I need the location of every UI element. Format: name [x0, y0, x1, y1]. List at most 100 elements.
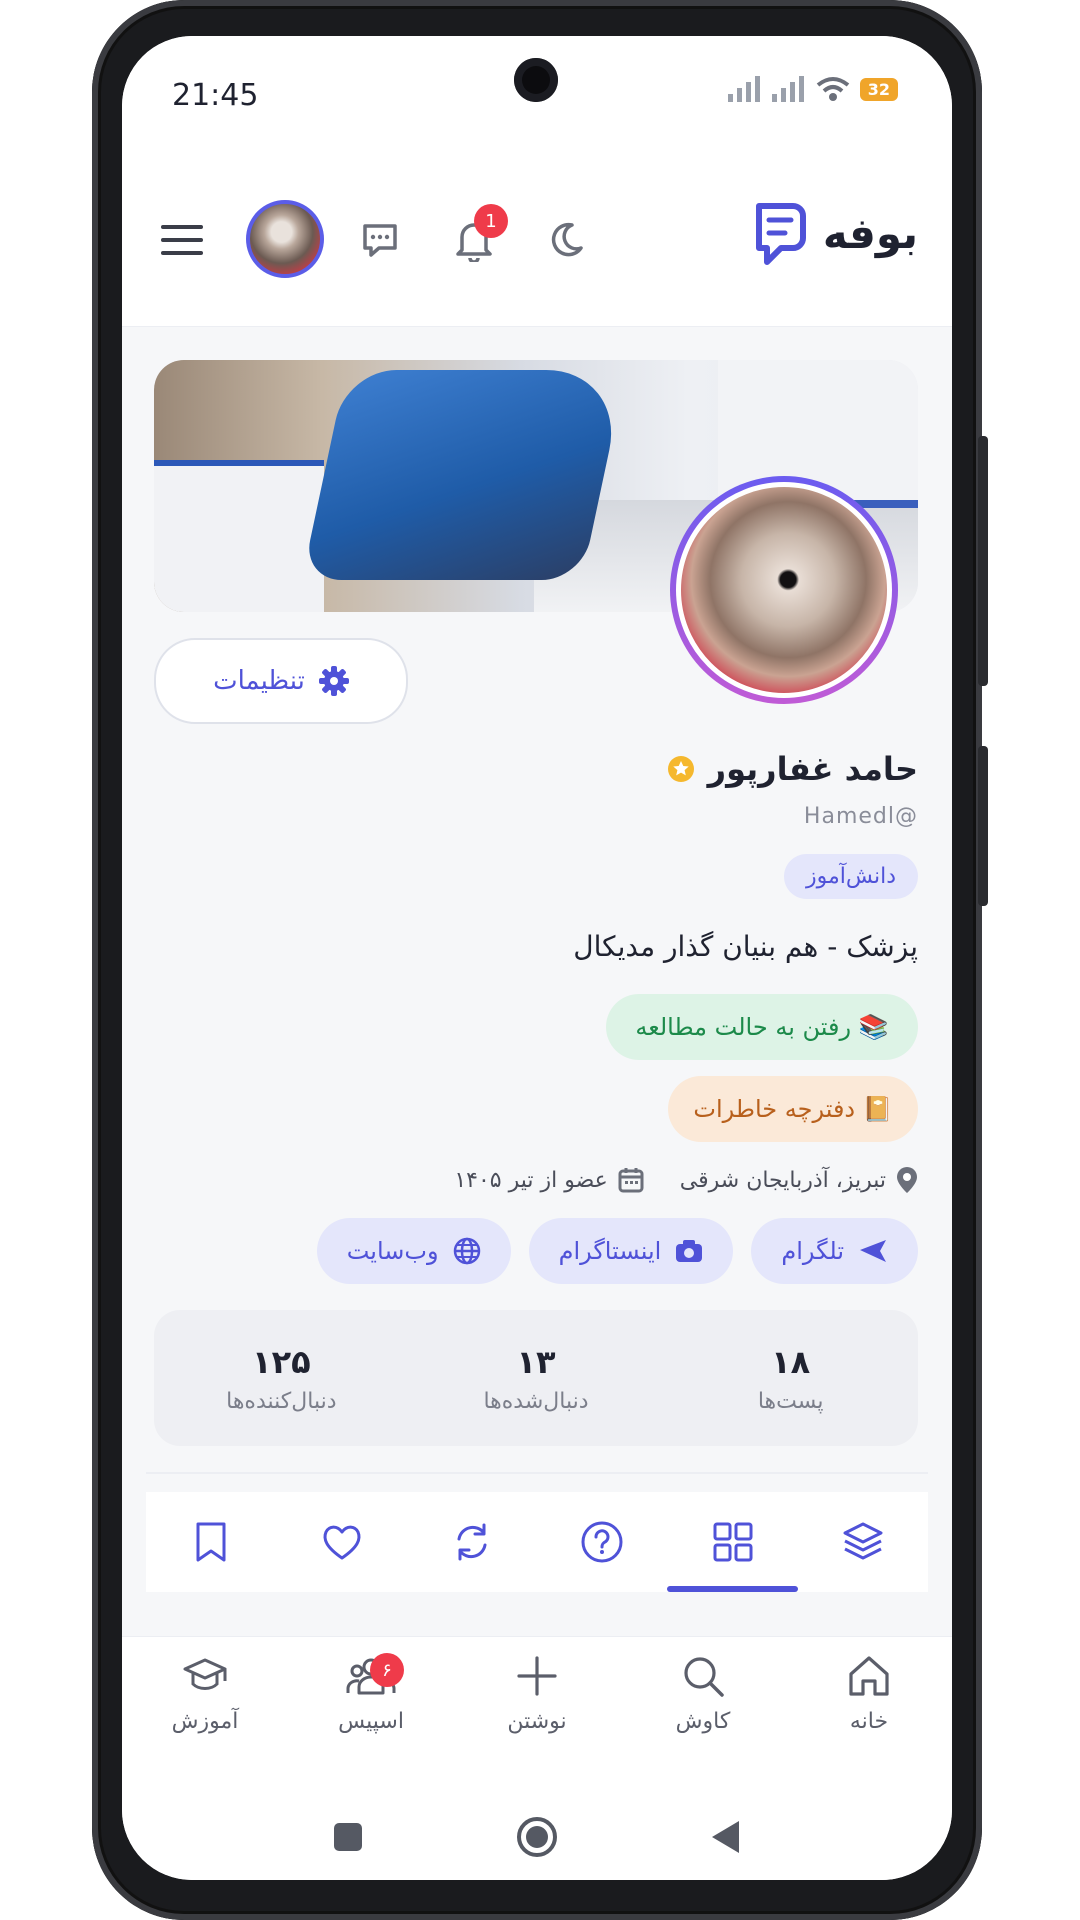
- brand-logo-icon: [755, 203, 806, 265]
- brand[interactable]: بوفه: [751, 200, 918, 266]
- send-icon: [860, 1240, 886, 1262]
- notification-badge: 1: [474, 204, 508, 238]
- signal-icon: [727, 76, 760, 102]
- nav-space[interactable]: ۶ اسپیس: [288, 1653, 454, 1773]
- user-avatar[interactable]: [246, 200, 324, 278]
- front-camera: [514, 58, 558, 102]
- location-item: تبریز، آذربایجان شرقی: [680, 1166, 918, 1194]
- globe-icon: [453, 1237, 480, 1265]
- power-button: [978, 746, 988, 906]
- instagram-link[interactable]: اینستاگرام: [528, 1218, 734, 1284]
- graduation-cap-icon: [183, 1658, 227, 1690]
- heart-icon: [323, 1525, 361, 1560]
- app-header: بوفه 1: [122, 156, 952, 327]
- bottom-nav-items: خانه کاوش نوشتن ۶ اسپیس آموزش: [122, 1653, 952, 1773]
- member-since-text: عضو از تیر ۱۴۰۵: [454, 1167, 608, 1193]
- home-button-icon[interactable]: [515, 1815, 559, 1859]
- notifications-button[interactable]: 1: [444, 204, 508, 270]
- nav-explore[interactable]: کاوش: [620, 1653, 786, 1773]
- profile-bio: پزشک - هم بنیان گذار مدیکال: [573, 930, 918, 963]
- wifi-icon: [816, 77, 849, 101]
- location-pin-icon: [897, 1167, 917, 1193]
- nav-write[interactable]: نوشتن: [454, 1653, 620, 1773]
- menu-button[interactable]: [152, 210, 212, 270]
- followers-label: دنبال‌کننده‌ها: [226, 1388, 337, 1414]
- recents-icon[interactable]: [331, 1820, 365, 1854]
- system-navigation: [122, 1807, 952, 1867]
- posts-label: پست‌ها: [757, 1388, 824, 1414]
- posts-stat[interactable]: ۱۸ پست‌ها: [663, 1310, 918, 1446]
- member-since-item: عضو از تیر ۱۴۰۵: [454, 1166, 644, 1194]
- followers-count: ۱۲۵: [252, 1342, 311, 1381]
- profile-handle: Hamedl@: [803, 804, 918, 829]
- nav-home[interactable]: خانه: [786, 1653, 952, 1773]
- nav-learn[interactable]: آموزش: [122, 1653, 288, 1773]
- status-bar: 21:45 32: [122, 36, 952, 156]
- social-links: تلگرام اینستاگرام وب‌سایت: [316, 1218, 918, 1284]
- tab-grid[interactable]: [667, 1492, 799, 1592]
- status-time: 21:45: [172, 78, 259, 113]
- profile-avatar-image: [676, 482, 892, 698]
- cover-chair-shape: [301, 370, 627, 580]
- search-icon: [684, 1657, 724, 1697]
- screen: 21:45 32 بوفه 1 تنظیمات حامد غفارپور Ham…: [122, 36, 952, 1880]
- plus-icon: [517, 1656, 557, 1696]
- cover-desk-shape: [154, 460, 324, 612]
- moon-icon: [551, 222, 583, 257]
- telegram-label: تلگرام: [781, 1237, 844, 1265]
- instagram-label: اینستاگرام: [558, 1237, 662, 1265]
- location-text: تبریز، آذربایجان شرقی: [679, 1167, 886, 1193]
- nav-space-label: اسپیس: [338, 1709, 404, 1734]
- telegram-link[interactable]: تلگرام: [751, 1218, 918, 1284]
- settings-label: تنظیمات: [213, 666, 305, 696]
- settings-button[interactable]: تنظیمات: [154, 638, 408, 724]
- following-stat[interactable]: ۱۳ دنبال‌شده‌ها: [409, 1310, 664, 1446]
- following-label: دنبال‌شده‌ها: [483, 1388, 589, 1414]
- status-icons: 32: [727, 76, 898, 102]
- website-link[interactable]: وب‌سایت: [316, 1218, 511, 1284]
- camera-icon: [676, 1240, 703, 1262]
- nav-home-label: خانه: [849, 1709, 889, 1734]
- profile-avatar[interactable]: [670, 476, 898, 704]
- profile-name: حامد غفارپور: [707, 750, 918, 788]
- website-label: وب‌سایت: [346, 1237, 439, 1265]
- layers-icon: [843, 1522, 883, 1560]
- bookmark-icon: [196, 1522, 226, 1562]
- signal-icon-2: [771, 76, 804, 102]
- calendar-icon: [618, 1168, 644, 1193]
- section-divider: [146, 1472, 928, 1474]
- tab-bookmarks[interactable]: [146, 1492, 276, 1592]
- tab-layers[interactable]: [798, 1492, 928, 1592]
- chat-icon: [363, 224, 397, 257]
- tab-reposts[interactable]: [407, 1492, 537, 1592]
- grid-icon: [713, 1522, 753, 1562]
- tab-likes[interactable]: [276, 1492, 406, 1592]
- space-badge: ۶: [370, 1653, 404, 1687]
- nav-learn-label: آموزش: [171, 1709, 239, 1734]
- profile-meta: تبریز، آذربایجان شرقی عضو از تیر ۱۴۰۵: [454, 1166, 918, 1194]
- dark-mode-button[interactable]: [536, 210, 596, 270]
- repost-icon: [457, 1523, 487, 1561]
- messages-button[interactable]: [350, 210, 410, 270]
- gear-icon: [318, 666, 349, 696]
- profile-tabs: [146, 1492, 928, 1592]
- profile-stats: ۱۸ پست‌ها ۱۳ دنبال‌شده‌ها ۱۲۵ دنبال‌کنند…: [154, 1310, 918, 1446]
- following-count: ۱۳: [516, 1342, 556, 1381]
- home-icon: [849, 1656, 889, 1696]
- tab-questions[interactable]: [537, 1492, 667, 1592]
- study-mode-button[interactable]: 📚 رفتن به حالت مطالعه: [606, 994, 918, 1060]
- name-row: حامد غفارپور: [666, 750, 918, 788]
- brand-name: بوفه: [822, 208, 918, 258]
- verified-badge-icon: [667, 756, 694, 782]
- bottom-navigation: خانه کاوش نوشتن ۶ اسپیس آموزش: [122, 1636, 952, 1880]
- role-badge: دانش‌آموز: [784, 854, 918, 899]
- battery-indicator: 32: [859, 77, 898, 101]
- question-icon: [581, 1521, 623, 1563]
- hamburger-menu-icon: [161, 225, 203, 255]
- back-icon[interactable]: [709, 1818, 743, 1856]
- posts-count: ۱۸: [771, 1342, 811, 1381]
- nav-explore-label: کاوش: [675, 1709, 731, 1734]
- journal-button[interactable]: 📔 دفترچه خاطرات: [668, 1076, 918, 1142]
- followers-stat[interactable]: ۱۲۵ دنبال‌کننده‌ها: [154, 1310, 409, 1446]
- nav-write-label: نوشتن: [507, 1709, 567, 1734]
